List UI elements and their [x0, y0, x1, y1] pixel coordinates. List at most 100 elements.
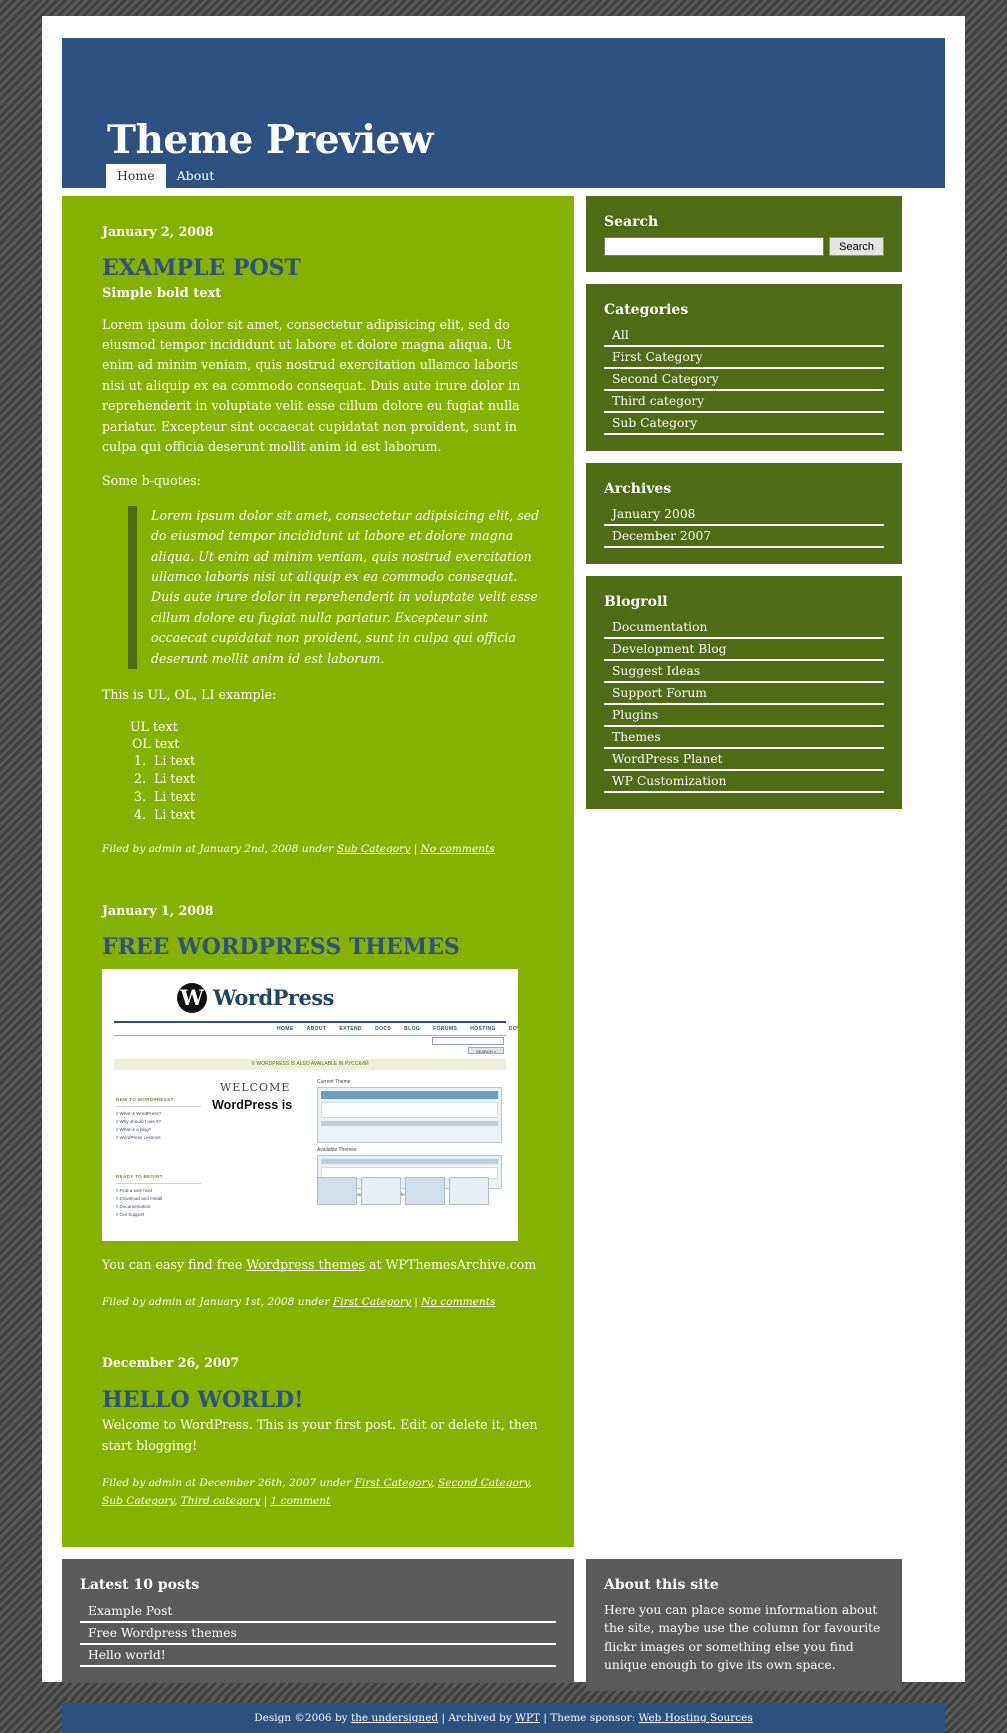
widget-categories: Categories All First Category Second Cat… [586, 284, 902, 451]
categories-list: All First Category Second Category Third… [604, 325, 884, 435]
about-text: Here you can place some information abou… [604, 1603, 881, 1673]
archive-link-january-2008[interactable]: January 2008 [604, 504, 884, 524]
panel-title: Current Theme [317, 1078, 351, 1085]
column-link: ◊ WordPress Lessons [116, 1134, 161, 1140]
wordpress-search-field [432, 1036, 504, 1045]
archives-list: January 2008 December 2007 [604, 504, 884, 548]
credits-part3: | Theme sponsor: [540, 1711, 639, 1724]
post-title[interactable]: Example Post [102, 256, 542, 282]
column-heading: NEW TO WORDPRESS? [116, 1096, 174, 1102]
wordpress-wordmark: WordPress [213, 985, 335, 1011]
theme-thumbnail [449, 1176, 489, 1205]
blogroll-link-development-blog[interactable]: Development Blog [604, 639, 884, 659]
theme-thumbnail [317, 1176, 357, 1205]
footer-credits: Design ©2006 by the undersigned | Archiv… [62, 1702, 945, 1733]
blogroll-link-plugins[interactable]: Plugins [604, 705, 884, 725]
category-link-first[interactable]: First Category [604, 347, 884, 367]
list-item: WordPress Planet [604, 749, 884, 771]
latest-post-link-hello-world[interactable]: Hello world! [80, 1645, 556, 1665]
blogroll-link-wp-customization[interactable]: WP Customization [604, 771, 884, 791]
widget-blogroll: Blogroll Documentation Development Blog … [586, 576, 902, 809]
latest-post-link-free-wordpress-themes[interactable]: Free Wordpress themes [80, 1623, 556, 1643]
category-link-second[interactable]: Second Category [604, 369, 884, 389]
post-meta-prefix: Filed by admin at January 2nd, 2008 unde… [102, 843, 337, 856]
post-category-link[interactable]: Third category [181, 1495, 260, 1507]
content-column: January 2, 2008 Example Post Simple bold… [62, 196, 574, 1547]
list-item: All [604, 325, 884, 347]
post-comments-link[interactable]: 1 comment [271, 1495, 331, 1507]
wordpress-left-column: NEW TO WORDPRESS? ◊ What is WordPress? ◊… [116, 1097, 201, 1140]
post-category-link[interactable]: Sub Category [337, 843, 410, 855]
nav-item: BLOG [404, 1025, 421, 1032]
divider [114, 1020, 506, 1023]
theme-thumbnail [361, 1176, 401, 1205]
latest-post-link-example-post[interactable]: Example Post [80, 1601, 556, 1621]
nav-item: EXTEND [339, 1025, 363, 1032]
list-item: Li text [150, 771, 542, 786]
post-category-link[interactable]: Second Category [438, 1477, 529, 1489]
list-item: Li text [150, 807, 542, 822]
post-meta-prefix: Filed by admin at January 1st, 2008 unde… [102, 1295, 333, 1308]
post-example-post: January 2, 2008 Example Post Simple bold… [102, 222, 542, 859]
blogroll-link-support-forum[interactable]: Support Forum [604, 683, 884, 703]
list-item: Plugins [604, 705, 884, 727]
blogroll-link-wordpress-planet[interactable]: WordPress Planet [604, 749, 884, 769]
post-date: January 1, 2008 [102, 902, 214, 918]
post-meta: Filed by admin at January 2nd, 2008 unde… [102, 840, 542, 859]
credits-link-undersigned[interactable]: the undersigned [351, 1712, 438, 1724]
widget-heading-blogroll: Blogroll [604, 594, 668, 610]
search-button[interactable]: Search [829, 237, 884, 256]
post-paragraph: Lorem ipsum dolor sit amet, consectetur … [102, 316, 521, 455]
post-category-link[interactable]: First Category [333, 1296, 411, 1308]
blogroll-link-documentation[interactable]: Documentation [604, 617, 884, 637]
post-title[interactable]: Hello world! [102, 1387, 542, 1413]
archive-link-december-2007[interactable]: December 2007 [604, 526, 884, 546]
category-link-third[interactable]: Third category [604, 391, 884, 411]
post-title[interactable]: Free Wordpress Themes [102, 934, 542, 960]
list-item: UL text [130, 719, 178, 735]
wordpress-welcome-heading: WELCOME [220, 1080, 291, 1094]
list-item: Li text [150, 789, 542, 804]
main-columns: January 2, 2008 Example Post Simple bold… [62, 196, 945, 1547]
intro-rest: a state-of-the-art semantic personal pub… [212, 1117, 299, 1241]
list-item: Second Category [604, 369, 884, 391]
list-intro: This is UL, OL, LI example: [102, 686, 277, 702]
category-link-sub[interactable]: Sub Category [604, 413, 884, 433]
credits-link-sponsor[interactable]: Web Hosting Sources [639, 1712, 753, 1724]
credits-part1: Design ©2006 by [254, 1711, 351, 1724]
column-link: ◊ Get Support [116, 1211, 145, 1217]
nav-item-about[interactable]: About [166, 164, 226, 188]
theme-thumbnails [317, 1176, 489, 1205]
wordpress-themes-link[interactable]: Wordpress themes [246, 1257, 365, 1272]
credits-link-wpt[interactable]: WPT [515, 1712, 540, 1724]
nav-item-home[interactable]: Home [106, 164, 166, 188]
intro-strong: WordPress is [212, 1097, 293, 1112]
post-category-link[interactable]: First Category [355, 1477, 432, 1489]
wordpress-nav: HOME ABOUT EXTEND DOCS BLOG FORUMS HOSTI… [277, 1026, 518, 1032]
column-link: ◊ Why should I use it? [116, 1118, 161, 1124]
column-link: ◊ Find a web host [116, 1187, 152, 1193]
post-hello-world: December 26, 2007 Hello world! Welcome t… [102, 1353, 542, 1511]
nav-item: DOCS [375, 1025, 392, 1032]
category-link-all[interactable]: All [604, 325, 884, 345]
post-comments-link[interactable]: No comments [421, 1296, 495, 1308]
post-meta: Filed by admin at December 26th, 2007 un… [102, 1476, 532, 1508]
page-frame: Theme Preview Home About January 2, 2008… [42, 16, 965, 1733]
list-item: First Category [604, 347, 884, 369]
post-meta-separator: | [410, 1295, 422, 1308]
divider [114, 1034, 506, 1036]
wordpress-center-column: WordPress is a state-of-the-art semantic… [212, 1095, 300, 1241]
post-meta-separator: | [260, 1495, 271, 1508]
nav-item: HOSTING [470, 1025, 496, 1032]
post-comments-link[interactable]: No comments [421, 843, 495, 855]
nav-item: HOME [277, 1025, 294, 1032]
search-input[interactable] [604, 237, 825, 256]
post-date: December 26, 2007 [102, 1355, 240, 1371]
admin-panel-mock [317, 1086, 502, 1143]
blogroll-link-themes[interactable]: Themes [604, 727, 884, 747]
blogroll-link-suggest-ideas[interactable]: Suggest Ideas [604, 661, 884, 681]
post-free-wordpress-themes: January 1, 2008 Free Wordpress Themes W … [102, 901, 542, 1312]
post-category-link[interactable]: Sub Category [102, 1495, 174, 1507]
footer-widgets: Latest 10 posts Example Post Free Wordpr… [62, 1559, 945, 1691]
panel-bar-secondary [321, 1158, 498, 1164]
